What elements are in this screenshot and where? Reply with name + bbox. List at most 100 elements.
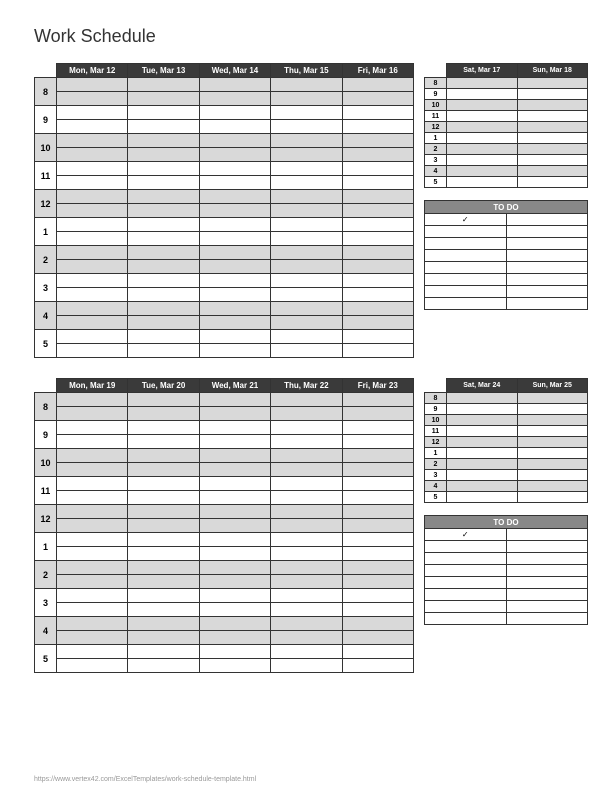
schedule-cell[interactable] [57, 246, 128, 260]
schedule-cell[interactable] [271, 645, 342, 659]
schedule-cell[interactable] [57, 505, 128, 519]
schedule-cell[interactable] [342, 134, 413, 148]
schedule-cell[interactable] [271, 204, 342, 218]
todo-checkbox[interactable] [425, 565, 507, 577]
schedule-cell[interactable] [57, 617, 128, 631]
schedule-cell[interactable] [57, 519, 128, 533]
schedule-cell[interactable] [128, 435, 199, 449]
todo-item[interactable] [506, 601, 588, 613]
schedule-cell[interactable] [128, 421, 199, 435]
schedule-cell[interactable] [128, 407, 199, 421]
schedule-cell[interactable] [342, 344, 413, 358]
schedule-cell[interactable] [447, 470, 518, 481]
schedule-cell[interactable] [447, 155, 518, 166]
schedule-cell[interactable] [342, 589, 413, 603]
schedule-cell[interactable] [199, 246, 270, 260]
schedule-cell[interactable] [517, 415, 588, 426]
todo-checkbox[interactable] [425, 238, 507, 250]
schedule-cell[interactable] [271, 134, 342, 148]
schedule-cell[interactable] [447, 111, 518, 122]
schedule-cell[interactable] [199, 547, 270, 561]
schedule-cell[interactable] [271, 120, 342, 134]
schedule-cell[interactable] [199, 162, 270, 176]
schedule-cell[interactable] [271, 393, 342, 407]
todo-item[interactable] [506, 565, 588, 577]
schedule-cell[interactable] [517, 89, 588, 100]
todo-item[interactable] [506, 214, 588, 226]
schedule-cell[interactable] [128, 617, 199, 631]
schedule-cell[interactable] [57, 491, 128, 505]
schedule-cell[interactable] [199, 645, 270, 659]
schedule-cell[interactable] [57, 393, 128, 407]
schedule-cell[interactable] [342, 603, 413, 617]
schedule-cell[interactable] [271, 176, 342, 190]
schedule-cell[interactable] [342, 246, 413, 260]
schedule-cell[interactable] [271, 631, 342, 645]
todo-checkbox[interactable] [425, 298, 507, 310]
schedule-cell[interactable] [271, 463, 342, 477]
schedule-cell[interactable] [447, 459, 518, 470]
todo-checkbox[interactable] [425, 274, 507, 286]
schedule-cell[interactable] [128, 176, 199, 190]
todo-checkbox[interactable] [425, 226, 507, 238]
schedule-cell[interactable] [271, 246, 342, 260]
schedule-cell[interactable] [447, 481, 518, 492]
schedule-cell[interactable] [57, 78, 128, 92]
schedule-cell[interactable] [271, 421, 342, 435]
schedule-cell[interactable] [447, 492, 518, 503]
schedule-cell[interactable] [271, 148, 342, 162]
schedule-cell[interactable] [342, 92, 413, 106]
schedule-cell[interactable] [342, 477, 413, 491]
schedule-cell[interactable] [199, 463, 270, 477]
schedule-cell[interactable] [199, 316, 270, 330]
schedule-cell[interactable] [128, 631, 199, 645]
schedule-cell[interactable] [128, 134, 199, 148]
schedule-cell[interactable] [342, 407, 413, 421]
schedule-cell[interactable] [342, 204, 413, 218]
schedule-cell[interactable] [199, 274, 270, 288]
schedule-cell[interactable] [199, 134, 270, 148]
schedule-cell[interactable] [199, 260, 270, 274]
schedule-cell[interactable] [199, 190, 270, 204]
schedule-cell[interactable] [342, 232, 413, 246]
schedule-cell[interactable] [342, 274, 413, 288]
schedule-cell[interactable] [342, 288, 413, 302]
schedule-cell[interactable] [57, 561, 128, 575]
schedule-cell[interactable] [342, 449, 413, 463]
schedule-cell[interactable] [271, 505, 342, 519]
schedule-cell[interactable] [128, 288, 199, 302]
schedule-cell[interactable] [199, 344, 270, 358]
schedule-cell[interactable] [342, 260, 413, 274]
schedule-cell[interactable] [128, 589, 199, 603]
todo-item[interactable] [506, 262, 588, 274]
schedule-cell[interactable] [447, 415, 518, 426]
schedule-cell[interactable] [517, 492, 588, 503]
schedule-cell[interactable] [342, 631, 413, 645]
schedule-cell[interactable] [271, 603, 342, 617]
schedule-cell[interactable] [57, 344, 128, 358]
schedule-cell[interactable] [517, 78, 588, 89]
schedule-cell[interactable] [517, 144, 588, 155]
schedule-cell[interactable] [199, 435, 270, 449]
schedule-cell[interactable] [128, 477, 199, 491]
schedule-cell[interactable] [199, 176, 270, 190]
schedule-cell[interactable] [57, 589, 128, 603]
schedule-cell[interactable] [271, 589, 342, 603]
schedule-cell[interactable] [128, 302, 199, 316]
schedule-cell[interactable] [342, 491, 413, 505]
schedule-cell[interactable] [271, 106, 342, 120]
schedule-cell[interactable] [447, 177, 518, 188]
schedule-cell[interactable] [199, 477, 270, 491]
schedule-cell[interactable] [57, 631, 128, 645]
schedule-cell[interactable] [199, 92, 270, 106]
schedule-cell[interactable] [128, 92, 199, 106]
schedule-cell[interactable] [57, 449, 128, 463]
schedule-cell[interactable] [199, 659, 270, 673]
schedule-cell[interactable] [128, 491, 199, 505]
schedule-cell[interactable] [199, 575, 270, 589]
schedule-cell[interactable] [517, 470, 588, 481]
schedule-cell[interactable] [199, 421, 270, 435]
todo-item[interactable] [506, 238, 588, 250]
schedule-cell[interactable] [199, 232, 270, 246]
todo-item[interactable] [506, 529, 588, 541]
